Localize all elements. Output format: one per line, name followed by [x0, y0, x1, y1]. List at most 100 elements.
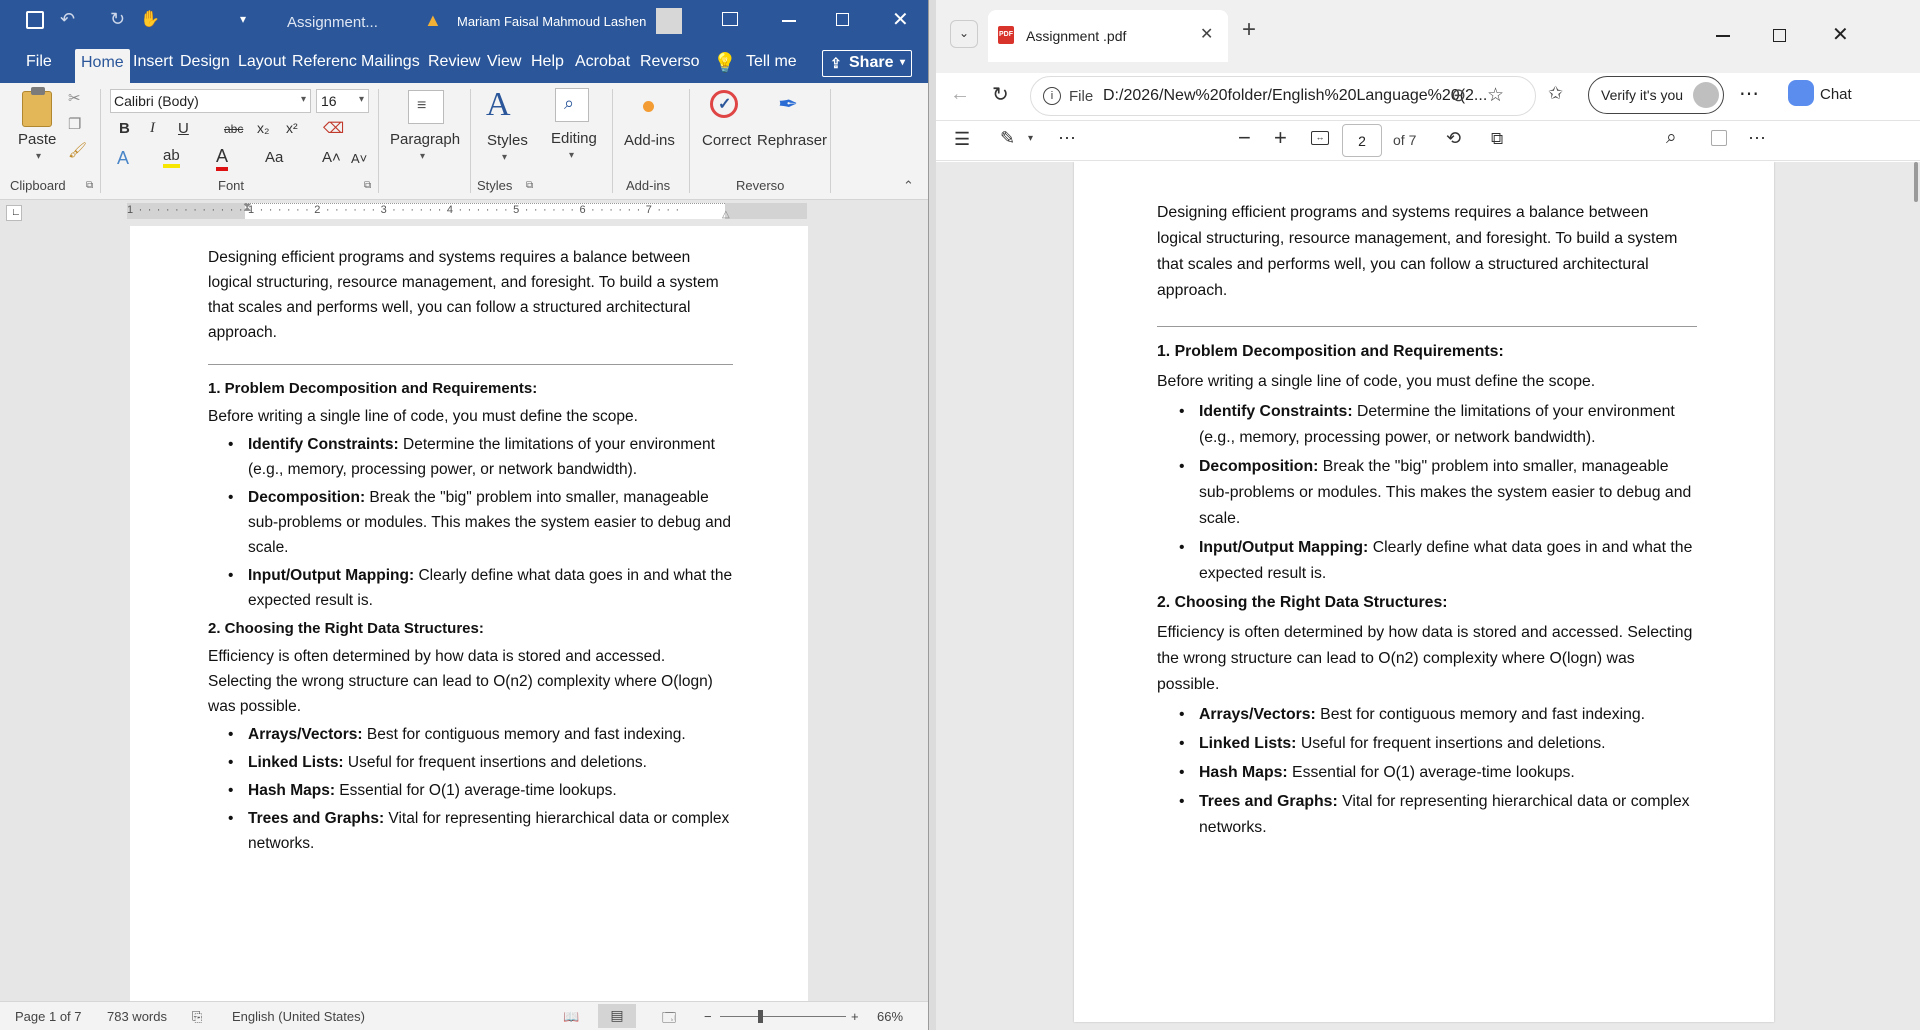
find-icon[interactable]: ⌕ — [555, 88, 589, 122]
dialog-launcher-icon[interactable]: ⧉ — [86, 180, 93, 191]
addins-button[interactable]: Add-ins — [624, 132, 675, 149]
text-effects-icon[interactable]: A — [117, 148, 129, 169]
tab-references[interactable]: Referenc — [292, 53, 357, 71]
more-icon[interactable]: ⋯ — [1748, 128, 1766, 149]
dialog-launcher-icon[interactable]: ⧉ — [364, 180, 371, 191]
undo-icon[interactable]: ↶ — [60, 9, 75, 30]
rephraser-icon[interactable]: ✒ — [778, 90, 798, 119]
ribbon-display-icon[interactable] — [722, 12, 738, 26]
web-layout-icon[interactable]: 🗔 — [662, 1009, 676, 1030]
tab-acrobat[interactable]: Acrobat — [575, 53, 630, 71]
rotate-icon[interactable]: ⟲ — [1446, 128, 1461, 149]
font-size-select[interactable]: 16 ▾ — [316, 89, 369, 113]
favorite-star-icon[interactable]: ☆ — [1487, 84, 1504, 107]
back-icon[interactable]: ← — [950, 83, 970, 106]
zoom-slider-thumb[interactable] — [758, 1010, 763, 1023]
touch-mode-icon[interactable]: ✋ — [140, 9, 160, 29]
minimize-icon[interactable] — [782, 20, 796, 22]
indent-marker-icon[interactable]: ⧗ — [243, 200, 251, 215]
chevron-down-icon[interactable]: ▾ — [569, 150, 574, 161]
collapse-ribbon-icon[interactable]: ⌃ — [903, 178, 914, 194]
customize-toolbar-icon[interactable]: ▾ — [240, 12, 246, 26]
fit-width-icon[interactable]: ↔ — [1311, 131, 1329, 145]
horizontal-ruler[interactable]: ∟ 1 · · · · · · · · · · · · 1 · · · · · … — [0, 200, 928, 226]
chat-button[interactable]: Chat — [1820, 86, 1852, 103]
address-field[interactable]: i File D:/2026/New%20folder/English%20La… — [1030, 76, 1536, 116]
draw-icon[interactable]: ✎ — [1000, 128, 1015, 149]
word-page[interactable]: Designing efficient programs and systems… — [130, 226, 808, 1001]
bold-icon[interactable]: B — [119, 120, 130, 137]
proofing-icon[interactable]: ⎘ — [192, 1009, 202, 1025]
page-view-icon[interactable]: ⧉ — [1491, 129, 1503, 149]
zoom-slider[interactable] — [720, 1016, 846, 1017]
tab-selector-icon[interactable]: ∟ — [6, 205, 22, 221]
dialog-launcher-icon[interactable]: ⧉ — [526, 180, 533, 191]
tab-review[interactable]: Review — [428, 53, 480, 71]
close-icon[interactable]: ✕ — [892, 7, 909, 32]
maximize-icon[interactable] — [836, 13, 849, 26]
chevron-down-icon[interactable]: ▾ — [1028, 133, 1033, 144]
right-indent-marker-icon[interactable]: △ — [722, 209, 730, 220]
chevron-down-icon[interactable]: ▾ — [502, 152, 507, 163]
redo-icon[interactable]: ↻ — [110, 9, 125, 30]
pdf-viewer[interactable]: Designing efficient programs and systems… — [936, 162, 1920, 1030]
verify-identity-button[interactable]: Verify it's you — [1588, 76, 1724, 114]
save-icon[interactable] — [1711, 130, 1727, 146]
tab-help[interactable]: Help — [531, 53, 564, 71]
close-tab-icon[interactable]: ✕ — [1200, 24, 1213, 44]
tab-mailings[interactable]: Mailings — [361, 53, 420, 71]
lightbulb-icon[interactable]: 💡 — [713, 51, 737, 75]
save-icon[interactable] — [26, 11, 44, 29]
favorites-icon[interactable]: ✩ — [1548, 83, 1563, 104]
window-splitter[interactable] — [929, 0, 936, 1030]
read-mode-icon[interactable]: 📖 — [563, 1009, 579, 1025]
zoom-icon[interactable]: ⊖ — [1451, 85, 1466, 106]
refresh-icon[interactable]: ↻ — [992, 82, 1009, 107]
scrollbar[interactable] — [1914, 162, 1918, 202]
share-button[interactable]: ⇪ Share ▾ — [822, 50, 912, 77]
italic-icon[interactable]: I — [150, 120, 155, 137]
tell-me-search[interactable]: Tell me — [746, 53, 797, 71]
highlight-icon[interactable]: ab — [163, 147, 180, 168]
font-color-icon[interactable]: A — [216, 146, 229, 171]
minimize-icon[interactable] — [1716, 35, 1730, 37]
zoom-level[interactable]: 66% — [877, 1009, 903, 1024]
print-layout-icon[interactable]: ▤ — [598, 1004, 636, 1028]
chevron-down-icon[interactable]: ▾ — [420, 151, 425, 162]
superscript-icon[interactable]: x² — [286, 120, 298, 136]
info-icon[interactable]: i — [1043, 87, 1061, 105]
tab-actions-icon[interactable]: ⌄ — [950, 20, 978, 48]
more-menu-icon[interactable]: ⋯ — [1739, 81, 1759, 106]
search-icon[interactable]: ⌕ — [1666, 127, 1677, 149]
font-name-select[interactable]: Calibri (Body) ▾ — [110, 89, 311, 113]
paragraph-icon[interactable]: ≡ — [408, 90, 444, 124]
paragraph-button[interactable]: Paragraph — [390, 131, 460, 148]
tab-home[interactable]: Home — [75, 49, 130, 83]
chevron-down-icon[interactable]: ▾ — [36, 151, 41, 162]
zoom-in-icon[interactable]: + — [1274, 125, 1287, 151]
maximize-icon[interactable] — [1773, 29, 1786, 42]
contents-icon[interactable]: ☰ — [954, 129, 970, 150]
rephraser-button[interactable]: Rephraser — [757, 132, 827, 149]
grow-font-icon[interactable]: A˄ — [322, 149, 341, 166]
format-painter-icon[interactable]: 🖌 — [68, 141, 87, 159]
word-document-area[interactable]: Designing efficient programs and systems… — [0, 226, 928, 1001]
more-tools-icon[interactable]: ⋯ — [1058, 128, 1076, 149]
zoom-out-icon[interactable]: − — [704, 1009, 712, 1024]
styles-icon[interactable]: A — [486, 86, 511, 124]
tab-design[interactable]: Design — [180, 53, 230, 71]
copilot-icon[interactable] — [1788, 80, 1814, 106]
copy-icon[interactable]: ❐ — [68, 115, 81, 133]
strikethrough-icon[interactable]: abc — [224, 122, 243, 136]
word-count[interactable]: 783 words — [107, 1009, 167, 1024]
correct-button[interactable]: Correct — [702, 132, 751, 149]
cut-icon[interactable]: ✂ — [68, 89, 81, 107]
editing-button[interactable]: Editing — [551, 130, 597, 147]
zoom-out-icon[interactable]: − — [1238, 125, 1251, 151]
addins-icon[interactable] — [643, 101, 654, 112]
tab-layout[interactable]: Layout — [238, 53, 286, 71]
tab-view[interactable]: View — [487, 53, 521, 71]
browser-tab[interactable]: PDF Assignment .pdf ✕ — [988, 10, 1228, 62]
styles-button[interactable]: Styles — [487, 132, 528, 149]
clear-formatting-icon[interactable]: ⌫ — [323, 119, 344, 137]
